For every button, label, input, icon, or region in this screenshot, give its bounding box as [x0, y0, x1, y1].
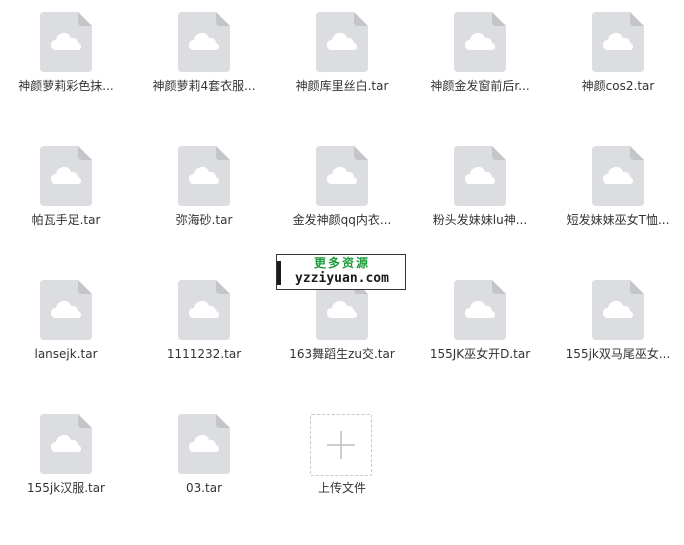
file-name: 弥海砂.tar	[175, 213, 233, 227]
file-name: 短发妹妹巫女T恤...	[566, 213, 670, 227]
watermark-title: 更多资源	[313, 256, 370, 270]
upload-file-button[interactable]: 上传文件	[282, 402, 402, 512]
cloud-file-icon	[40, 414, 92, 474]
cloud-file-icon	[316, 146, 368, 206]
file-name: 神颜库里丝白.tar	[295, 79, 389, 93]
file-name: 金发神颜qq内衣...	[292, 213, 392, 227]
file-tile[interactable]: 155JK巫女开D.tar	[420, 268, 540, 378]
cloud-file-icon	[40, 146, 92, 206]
file-tile[interactable]: 神颜萝莉4套衣服...	[144, 0, 264, 110]
cloud-file-icon	[178, 146, 230, 206]
file-grid: 神颜萝莉彩色抹... 神颜萝莉4套衣服... 神颜库里丝白.tar 神颜金发窗前…	[0, 0, 684, 545]
file-name: 神颜萝莉4套衣服...	[152, 79, 256, 93]
cloud-file-icon	[454, 280, 506, 340]
cloud-file-icon	[316, 12, 368, 72]
file-name: 帕瓦手足.tar	[31, 213, 101, 227]
file-name: 粉头发妹妹lu神...	[432, 213, 528, 227]
upload-label: 上传文件	[317, 481, 366, 495]
file-name: 神颜cos2.tar	[581, 79, 655, 93]
cloud-file-icon	[178, 280, 230, 340]
watermark-badge: 更多资源 yzziyuan.com	[276, 254, 406, 290]
file-tile[interactable]: 1111232.tar	[144, 268, 264, 378]
file-name: 155JK巫女开D.tar	[429, 347, 531, 361]
file-name: 163舞蹈生zu交.tar	[289, 347, 395, 361]
file-tile[interactable]: 金发神颜qq内衣...	[282, 134, 402, 244]
cloud-file-icon	[178, 414, 230, 474]
cloud-file-icon	[592, 280, 644, 340]
plus-icon	[310, 414, 372, 476]
file-name: 1111232.tar	[166, 347, 242, 361]
file-tile[interactable]: 神颜库里丝白.tar	[282, 0, 402, 110]
cloud-file-icon	[454, 12, 506, 72]
file-name: 03.tar	[185, 481, 223, 495]
file-tile[interactable]: 神颜萝莉彩色抹...	[6, 0, 126, 110]
cloud-file-icon	[40, 280, 92, 340]
cloud-file-icon	[40, 12, 92, 72]
file-name: 155jk汉服.tar	[27, 481, 105, 495]
file-tile[interactable]: 155jk汉服.tar	[6, 402, 126, 512]
file-tile[interactable]: 155jk双马尾巫女...	[558, 268, 678, 378]
cloud-file-icon	[592, 12, 644, 72]
file-name: 神颜金发窗前后r...	[430, 79, 530, 93]
file-tile[interactable]: 03.tar	[144, 402, 264, 512]
watermark-url: yzziyuan.com	[295, 271, 389, 286]
file-name: 155jk双马尾巫女...	[565, 347, 671, 361]
cloud-file-icon	[178, 12, 230, 72]
file-tile[interactable]: 短发妹妹巫女T恤...	[558, 134, 678, 244]
cloud-file-icon	[454, 146, 506, 206]
file-tile[interactable]: 神颜金发窗前后r...	[420, 0, 540, 110]
file-name: 神颜萝莉彩色抹...	[18, 79, 114, 93]
file-name: lansejk.tar	[34, 347, 98, 361]
cloud-file-icon	[592, 146, 644, 206]
file-tile[interactable]: 神颜cos2.tar	[558, 0, 678, 110]
file-tile[interactable]: 帕瓦手足.tar	[6, 134, 126, 244]
file-tile[interactable]: 弥海砂.tar	[144, 134, 264, 244]
file-tile[interactable]: 粉头发妹妹lu神...	[420, 134, 540, 244]
file-tile[interactable]: lansejk.tar	[6, 268, 126, 378]
